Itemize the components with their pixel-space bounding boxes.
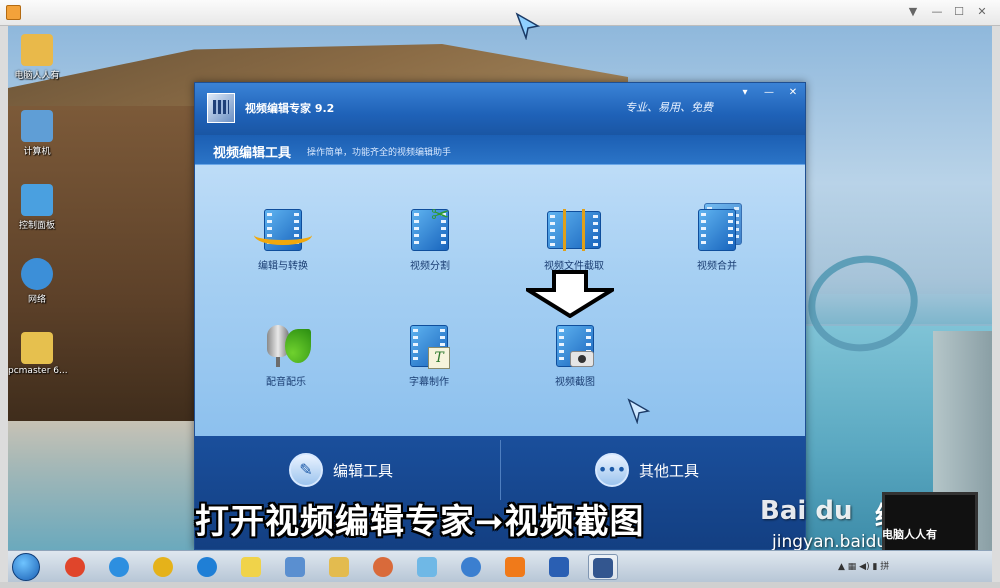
tool-video-clip[interactable]: 视频文件截取: [529, 203, 619, 272]
dubbing-music-icon: [257, 319, 315, 371]
laptop-logo-text: 电脑人人有: [882, 528, 937, 541]
video-editor-icon: [593, 558, 613, 578]
taskbar: ▲ ▦ ◀) ▮ 拼: [8, 550, 992, 582]
desktop-icon-label: 控制面板: [18, 221, 55, 231]
video-screenshot-icon: [546, 319, 604, 371]
file-explorer-icon: [329, 557, 349, 577]
tool-video-split[interactable]: ✂ 视频分割: [385, 203, 475, 272]
taskbar-app-9[interactable]: [412, 554, 442, 580]
app-section-header: 视频编辑工具 操作简单，功能齐全的视频编辑助手: [195, 135, 805, 165]
laptop-screen: [882, 492, 978, 556]
user-folder-icon: [21, 34, 53, 66]
taskbar-app-7[interactable]: [324, 554, 354, 580]
video-split-icon: ✂: [401, 203, 459, 255]
app-title: 视频编辑专家 9.2: [245, 102, 335, 115]
desktop-icon-label: 电脑人人有: [14, 71, 60, 81]
control-panel-icon: [21, 184, 53, 216]
tutorial-caption: 打开视频编辑专家➞视频截图: [195, 502, 645, 542]
app-slogan: 专业、易用、免费: [625, 101, 713, 114]
desktop-icon-label: 计算机: [23, 147, 51, 157]
desktop-icon-pcmaster[interactable]: pcmaster 6...: [8, 332, 68, 376]
taskbar-app-11[interactable]: [500, 554, 530, 580]
baidu-logo: Bai du: [760, 496, 853, 526]
taskbar-app-4[interactable]: [192, 554, 222, 580]
red-app-icon: [65, 557, 85, 577]
folder-icon: [21, 332, 53, 364]
edit-convert-icon: [254, 203, 312, 255]
app-titlebar: 视频编辑专家 9.2 专业、易用、免费 ▾ — ✕: [195, 83, 805, 135]
settings-flower-icon: [373, 557, 393, 577]
tool-edit-convert[interactable]: 编辑与转换: [238, 203, 328, 272]
network-globe-icon: [21, 258, 53, 290]
network-center-icon: [285, 557, 305, 577]
chrome-browser-icon: [153, 557, 173, 577]
viewer-bottom-edge: [0, 582, 1000, 588]
tool-video-screenshot[interactable]: 视频截图: [530, 319, 620, 388]
tab-label: 编辑工具: [333, 462, 394, 480]
desktop-icon-control-panel[interactable]: 控制面板: [8, 184, 66, 231]
app-close-button[interactable]: ✕: [785, 86, 801, 100]
video-merge-icon: [688, 203, 746, 255]
desktop-icon-user[interactable]: 电脑人人有: [8, 34, 66, 81]
taskbar-app-8[interactable]: [368, 554, 398, 580]
tool-label: 字幕制作: [409, 377, 449, 388]
section-title: 视频编辑工具: [213, 146, 292, 161]
viewer-menu-button[interactable]: ▼: [904, 4, 922, 20]
taskbar-app-5[interactable]: [236, 554, 266, 580]
app-logo-icon: [207, 93, 235, 123]
notes-app-icon: [241, 557, 261, 577]
video-clip-icon: [545, 203, 603, 255]
viewer-app-icon: [6, 5, 21, 20]
taskbar-app-1[interactable]: [60, 554, 90, 580]
computer-icon: [21, 110, 53, 142]
pencil-icon: ✎: [289, 453, 323, 487]
viewer-close-button[interactable]: ✕: [973, 4, 991, 20]
desktop-icon-network[interactable]: 网络: [8, 258, 66, 305]
metro-app-icon: [549, 557, 569, 577]
section-description: 操作简单，功能齐全的视频编辑助手: [307, 148, 452, 158]
desktop-icon-label: pcmaster 6...: [8, 366, 68, 376]
viewer-maximize-button[interactable]: ☐: [950, 4, 968, 20]
tool-label: 视频截图: [555, 377, 595, 388]
taskbar-app-3[interactable]: [148, 554, 178, 580]
tool-label: 编辑与转换: [258, 261, 308, 272]
taskbar-app-12[interactable]: [544, 554, 574, 580]
app-menu-button[interactable]: ▾: [737, 86, 753, 100]
taskbar-app-6[interactable]: [280, 554, 310, 580]
start-button[interactable]: [12, 553, 40, 581]
desktop-icon-computer[interactable]: 计算机: [8, 110, 66, 157]
system-tray[interactable]: ▲ ▦ ◀) ▮ 拼: [838, 559, 889, 572]
blue-q-app-icon: [197, 557, 217, 577]
video-editor-window: 视频编辑专家 9.2 专业、易用、免费 ▾ — ✕ 视频编辑工具 操作简单，功能…: [194, 82, 806, 550]
paint-app-icon: [417, 557, 437, 577]
tool-dubbing-music[interactable]: 配音配乐: [241, 319, 331, 388]
tool-label: 视频合并: [697, 261, 737, 272]
subtitle-icon: T: [400, 319, 458, 371]
mouse-cursor-icon: [515, 12, 541, 40]
taskbar-app-2[interactable]: [104, 554, 134, 580]
tool-label: 视频分割: [410, 261, 450, 272]
more-dots-icon: •••: [595, 453, 629, 487]
viewer-titlebar: ▼ — ☐ ✕: [0, 0, 1000, 26]
desktop-icon-label: 网络: [27, 295, 46, 305]
tab-label: 其他工具: [639, 462, 700, 480]
taskbar-app-13-active[interactable]: [588, 554, 618, 580]
mouse-cursor-icon: [627, 398, 651, 424]
tool-label: 配音配乐: [266, 377, 306, 388]
viewer-minimize-button[interactable]: —: [928, 4, 946, 20]
tool-subtitle[interactable]: T 字幕制作: [384, 319, 474, 388]
video-player-icon: [461, 557, 481, 577]
annotation-arrow-down-icon: [526, 270, 614, 318]
taskbar-app-10[interactable]: [456, 554, 486, 580]
media-player-icon: [505, 557, 525, 577]
app-minimize-button[interactable]: —: [761, 86, 777, 100]
ie-browser-icon: [109, 557, 129, 577]
footer-divider: [500, 440, 501, 500]
tool-video-merge[interactable]: 视频合并: [672, 203, 762, 272]
